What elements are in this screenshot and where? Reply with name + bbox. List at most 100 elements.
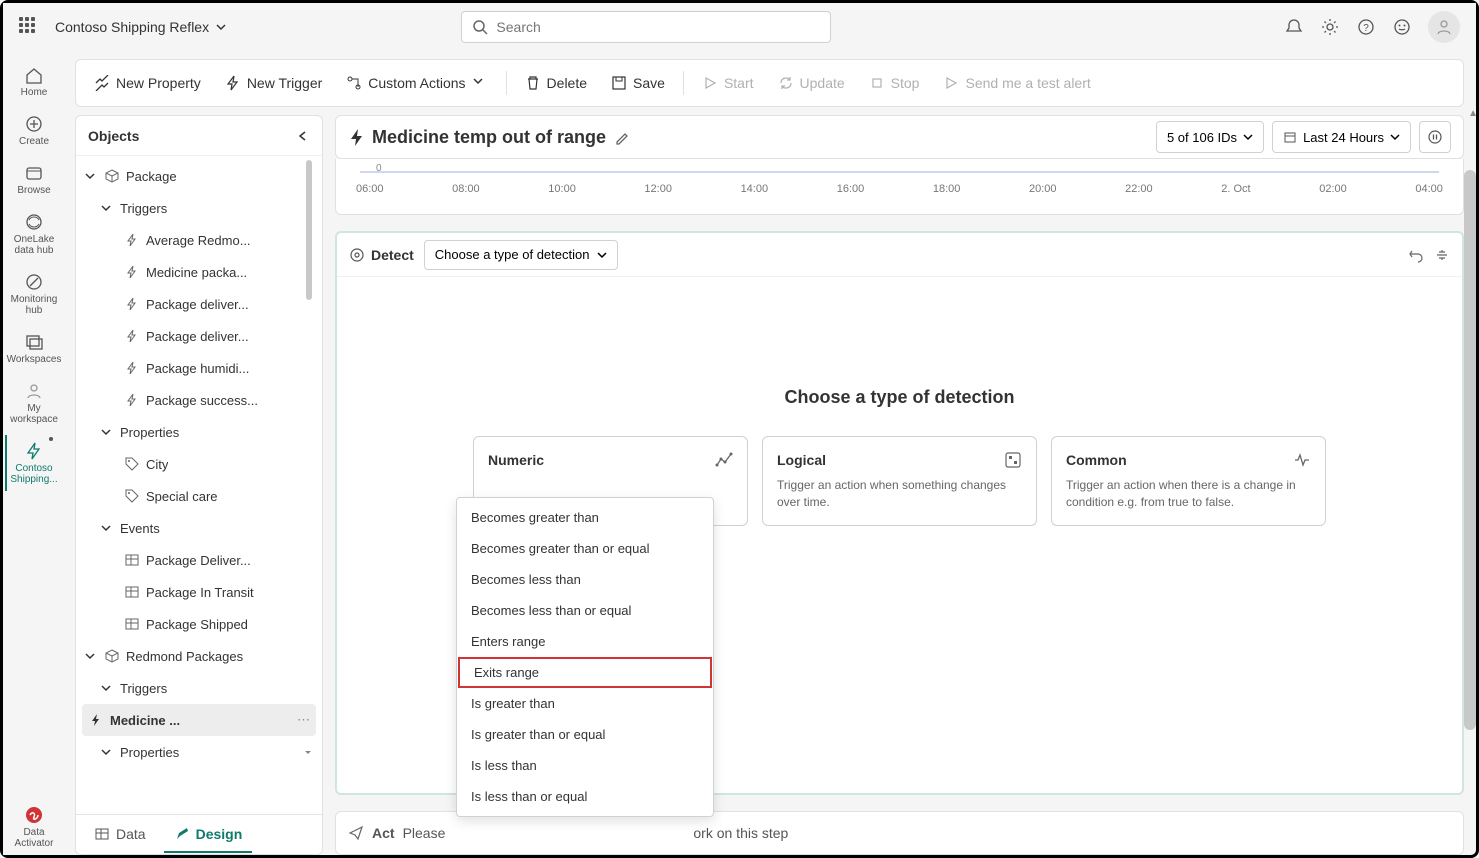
rail-monitoring[interactable]: Monitoring hub [5,266,61,322]
tree-event-item[interactable]: Package Shipped [76,608,322,640]
collapse-panel-icon[interactable] [296,129,310,143]
app-name-label: Contoso Shipping Reflex [55,19,209,35]
menu-item-becomes-greater-eq[interactable]: Becomes greater than or equal [457,533,713,564]
edit-icon[interactable] [614,129,630,145]
cube-icon [104,648,120,664]
send-icon [348,825,364,841]
timeline-tick: 14:00 [741,183,769,195]
pause-button[interactable] [1419,121,1451,153]
tree-node-package[interactable]: Package [76,160,322,192]
undo-icon[interactable] [1408,247,1424,263]
menu-item-enters-range[interactable]: Enters range [457,626,713,657]
scrollbar-thumb[interactable] [306,160,312,300]
help-icon[interactable]: ? [1356,17,1376,37]
delete-button[interactable]: Delete [515,67,597,99]
detection-type-dropdown[interactable]: Choose a type of detection [424,240,619,270]
tree-node-triggers[interactable]: Triggers [76,192,322,224]
settings-gear-icon[interactable] [1320,17,1340,37]
tag-icon [124,488,140,504]
stop-button[interactable]: Stop [859,67,930,99]
tree-trigger-item[interactable]: Medicine packa... [76,256,322,288]
bottom-tabs: Data Design [76,814,322,854]
save-button[interactable]: Save [601,67,675,99]
dropdown-arrow-icon[interactable] [302,746,314,758]
new-trigger-button[interactable]: New Trigger [215,67,332,99]
tree-property-item[interactable]: Special care [76,480,322,512]
rail-create-label: Create [19,136,49,147]
rail-activator-label: Data Activator [7,827,61,849]
new-property-button[interactable]: New Property [84,67,211,99]
tree-selected-trigger[interactable]: Medicine ...⋯ [82,704,316,736]
send-test-alert-button[interactable]: Send me a test alert [933,67,1100,99]
ids-dropdown[interactable]: 5 of 106 IDs [1156,121,1264,153]
tree-event-item[interactable]: Package In Transit [76,576,322,608]
pen-icon [174,826,190,842]
tree-node-events[interactable]: Events [76,512,322,544]
search-input[interactable] [496,19,820,35]
rail-workspaces[interactable]: Workspaces [5,326,61,371]
rail-home[interactable]: Home [5,59,61,104]
right-scrollbar-thumb[interactable] [1464,170,1476,730]
reset-icon[interactable] [1434,247,1450,263]
menu-item-is-less-than[interactable]: Is less than [457,750,713,781]
rail-data-activator[interactable]: Data Activator [5,799,61,855]
table-icon [124,616,140,632]
tree-node-properties[interactable]: Properties [76,416,322,448]
app-name-dropdown[interactable]: Contoso Shipping Reflex [55,19,227,35]
timeline-tick: 20:00 [1029,183,1057,195]
chevron-down-icon [597,250,607,260]
menu-item-is-greater-than[interactable]: Is greater than [457,688,713,719]
rail-browse-label: Browse [17,185,50,196]
act-text-after: ork on this step [693,825,788,841]
tree-node-redmond-triggers[interactable]: Triggers [76,672,322,704]
tree-node-redmond[interactable]: Redmond Packages [76,640,322,672]
detection-card-common[interactable]: Common Trigger an action when there is a… [1051,436,1326,526]
tree-trigger-item[interactable]: Package deliver... [76,288,322,320]
menu-item-becomes-less-than[interactable]: Becomes less than [457,564,713,595]
tree-trigger-item[interactable]: Package humidi... [76,352,322,384]
topbar: Contoso Shipping Reflex ? [3,3,1476,51]
rail-browse[interactable]: Browse [5,157,61,202]
bolt-icon [124,296,140,312]
tree-trigger-item[interactable]: Package success... [76,384,322,416]
rail-workspaces-label: Workspaces [7,354,62,365]
main-area: New Property New Trigger Custom Actions … [63,51,1476,855]
card-description: Trigger an action when there is a change… [1066,477,1311,511]
menu-item-is-greater-eq[interactable]: Is greater than or equal [457,719,713,750]
custom-actions-button[interactable]: Custom Actions [336,67,497,99]
search-box[interactable] [461,11,831,43]
detect-prompt: Choose a type of detection [784,387,1014,408]
more-icon[interactable]: ⋯ [297,712,310,728]
timeline-tick: 16:00 [837,183,865,195]
table-icon [124,552,140,568]
tree-event-item[interactable]: Package Deliver... [76,544,322,576]
tab-data[interactable]: Data [84,817,156,853]
tab-design[interactable]: Design [164,817,253,853]
notifications-icon[interactable] [1284,17,1304,37]
update-button[interactable]: Update [768,67,855,99]
start-button[interactable]: Start [692,67,764,99]
scroll-arrow-up[interactable]: ▲ [1468,108,1478,119]
rail-contoso-active[interactable]: Contoso Shipping... [5,435,61,491]
tree-trigger-item[interactable]: Package deliver... [76,320,322,352]
rail-create[interactable]: Create [5,108,61,153]
menu-item-becomes-less-eq[interactable]: Becomes less than or equal [457,595,713,626]
detection-card-logical[interactable]: Logical Trigger an action when something… [762,436,1037,526]
tree-node-redmond-properties[interactable]: Properties [76,736,322,768]
menu-item-is-less-eq[interactable]: Is less than or equal [457,781,713,812]
timerange-dropdown[interactable]: Last 24 Hours [1272,121,1411,153]
rail-onelake[interactable]: OneLake data hub [5,206,61,262]
rail-my-workspace[interactable]: My workspace [5,375,61,431]
menu-item-exits-range[interactable]: Exits range [458,657,712,688]
user-avatar[interactable] [1428,11,1460,43]
objects-header: Objects [76,116,322,156]
menu-item-becomes-greater-than[interactable]: Becomes greater than [457,502,713,533]
rail-active-label: Contoso Shipping... [7,463,61,485]
timeline-tick: 10:00 [548,183,576,195]
feedback-icon[interactable] [1392,17,1412,37]
timeline-tick: 2. Oct [1221,183,1250,195]
tree-trigger-item[interactable]: Average Redmo... [76,224,322,256]
app-launcher-icon[interactable] [19,17,39,37]
tree-property-item[interactable]: City [76,448,322,480]
svg-text:?: ? [1363,23,1369,34]
